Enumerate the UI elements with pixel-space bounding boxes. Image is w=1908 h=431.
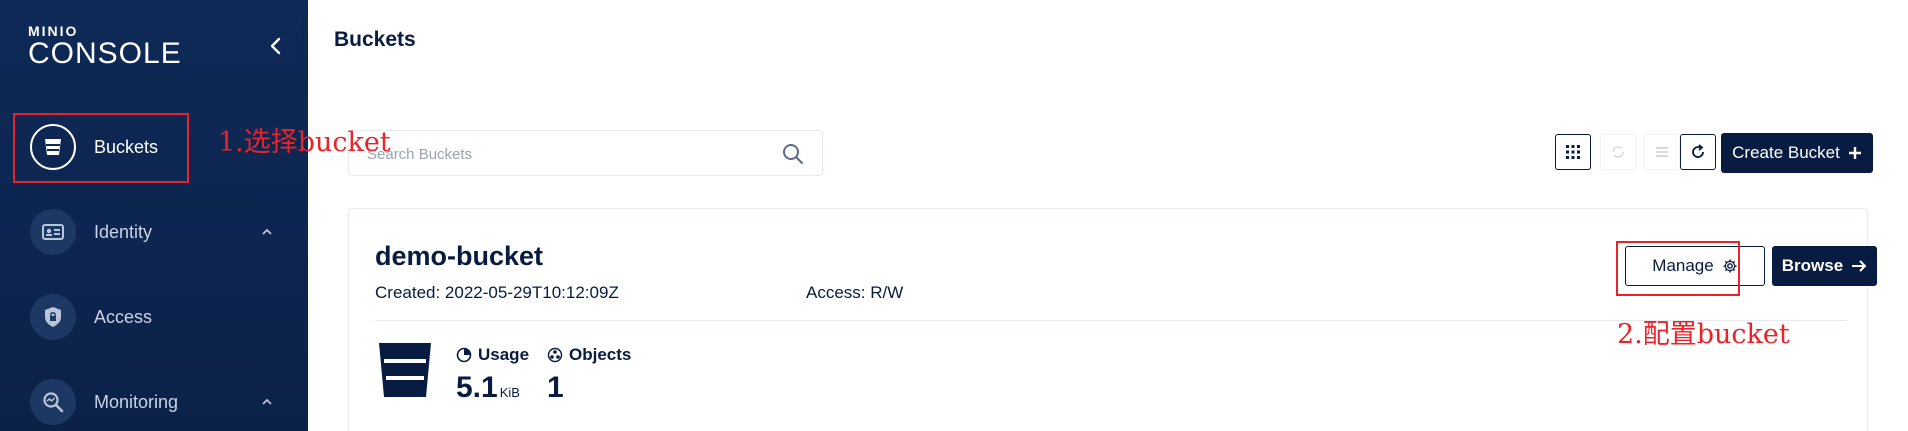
bucket-name[interactable]: demo-bucket <box>375 241 543 272</box>
annotation-box-buckets <box>13 113 189 183</box>
pie-chart-icon <box>456 347 472 363</box>
plus-icon <box>1848 147 1861 159</box>
shield-lock-icon <box>30 294 76 340</box>
objects-stat: Objects 1 <box>547 345 631 405</box>
sidebar-item-label: Identity <box>94 221 153 242</box>
replication-icon <box>1612 146 1624 158</box>
sidebar-item-access[interactable]: Access <box>30 293 152 341</box>
annotation-step1: 1.选择bucket <box>218 127 391 158</box>
lifecycle-button[interactable] <box>1644 134 1680 170</box>
monitor-search-icon <box>30 379 76 425</box>
objects-value: 1 <box>547 371 564 404</box>
usage-value: 5.1 <box>456 371 498 404</box>
refresh-button[interactable] <box>1680 134 1716 170</box>
sidebar-item-label: Access <box>94 306 153 327</box>
create-bucket-label: Create Bucket <box>1732 143 1840 162</box>
chevron-up-icon[interactable] <box>260 226 274 238</box>
arrow-right-icon <box>1852 260 1867 272</box>
logo-big-text: CONSOLE <box>28 37 182 70</box>
usage-stat: Usage 5.1 KiB <box>456 345 529 405</box>
page-header: Buckets <box>308 0 1908 90</box>
page-title: Buckets <box>334 28 416 51</box>
usage-unit: KiB <box>499 385 520 400</box>
sidebar: MINIO CONSOLE Buckets Identity Access Mo… <box>0 0 308 431</box>
annotation-box-manage <box>1616 241 1740 296</box>
bucket-icon <box>379 343 431 397</box>
bucket-created-date: Created: 2022-05-29T10:12:09Z <box>375 283 619 302</box>
browse-button[interactable]: Browse <box>1772 246 1877 286</box>
minio-console-logo[interactable]: MINIO CONSOLE <box>28 24 182 70</box>
replication-button[interactable] <box>1600 134 1636 170</box>
id-card-icon <box>30 209 76 255</box>
annotation-step2: 2.配置bucket <box>1617 319 1790 350</box>
search-icon[interactable] <box>782 143 804 165</box>
search-input[interactable] <box>367 143 767 165</box>
refresh-icon <box>1692 144 1704 158</box>
sidebar-item-monitoring[interactable]: Monitoring <box>30 378 280 426</box>
create-bucket-button[interactable]: Create Bucket <box>1721 133 1873 173</box>
chevron-up-icon[interactable] <box>260 396 274 408</box>
grid-view-button[interactable] <box>1555 134 1591 170</box>
browse-label: Browse <box>1781 256 1844 275</box>
bucket-access: Access: R/W <box>806 283 904 302</box>
sidebar-item-identity[interactable]: Identity <box>30 208 280 256</box>
logo-small-text: MINIO <box>28 23 79 39</box>
stack-icon <box>1656 147 1668 157</box>
collapse-sidebar-icon[interactable] <box>266 36 286 56</box>
usage-label: Usage <box>478 345 530 364</box>
search-box[interactable] <box>348 130 823 176</box>
grid-icon <box>1566 145 1580 159</box>
objects-icon <box>547 347 563 363</box>
objects-label: Objects <box>569 345 632 364</box>
sidebar-item-label: Monitoring <box>94 391 179 412</box>
